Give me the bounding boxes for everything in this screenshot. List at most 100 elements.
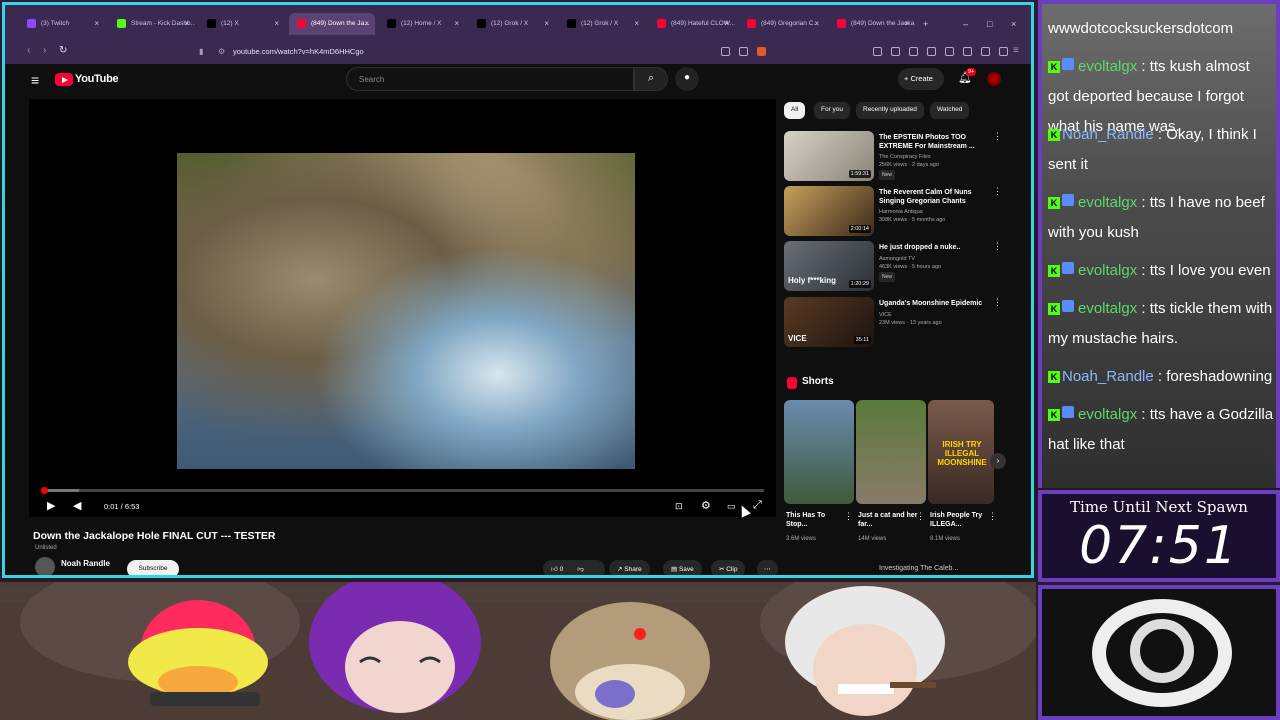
share-button[interactable]: ↗ Share	[609, 560, 650, 575]
rec-title[interactable]: The EPSTEIN Photos TOO EXTREME For Mains…	[879, 133, 987, 151]
tab-close-icon[interactable]: ×	[724, 19, 729, 28]
short-thumbnail[interactable]	[856, 400, 926, 504]
tab-close-icon[interactable]: ×	[94, 19, 99, 28]
extension-icon-1[interactable]	[873, 47, 882, 56]
tab-close-icon[interactable]: ×	[814, 19, 819, 28]
back-icon[interactable]: ‹	[27, 45, 30, 56]
thumbs-down-icon[interactable]: 👎︎	[577, 566, 584, 573]
site-info-icon[interactable]: ⚙	[218, 47, 225, 56]
rec-channel[interactable]: The Conspiracy Files	[879, 153, 989, 161]
reload-icon[interactable]: ↻	[59, 45, 67, 56]
rec-title[interactable]: The Reverent Calm Of Nuns Singing Gregor…	[879, 188, 987, 206]
short-title[interactable]: Irish People Try ILLEGA...	[930, 511, 990, 529]
voice-search-button[interactable]: ●	[675, 67, 699, 91]
menu-icon[interactable]: ≡	[1013, 45, 1019, 56]
play-icon[interactable]: ▶	[47, 499, 55, 512]
browser-tab[interactable]: (849) Gregorian C... ×	[739, 13, 825, 35]
new-tab-button[interactable]: +	[923, 19, 928, 29]
vpn-icon[interactable]	[981, 47, 990, 56]
wallet-icon[interactable]	[963, 47, 972, 56]
browser-tab[interactable]: (849) Down the Jacka... ×	[829, 13, 915, 35]
rec-thumbnail[interactable]: VICE 35:11	[784, 297, 874, 347]
forward-icon[interactable]: ›	[43, 45, 46, 56]
tab-close-icon[interactable]: ×	[634, 19, 639, 28]
browser-tab[interactable]: (849) Hateful CLOW... ×	[649, 13, 735, 35]
youtube-wordmark[interactable]: YouTube	[75, 73, 119, 85]
browser-tab[interactable]: (12) X ×	[199, 13, 285, 35]
rec-more-icon[interactable]: ⋮	[993, 131, 1002, 142]
music-icon[interactable]	[927, 47, 936, 56]
like-dislike-group[interactable]: 👍︎ 0 👎︎	[543, 560, 605, 575]
rec-channel[interactable]: Asmongold TV	[879, 255, 989, 263]
tab-close-icon[interactable]: ×	[904, 19, 909, 28]
rec-thumbnail[interactable]: 1:59:31	[784, 131, 874, 181]
short-title[interactable]: This Has To Stop...	[786, 511, 846, 529]
download-icon[interactable]	[909, 47, 918, 56]
video-frame[interactable]	[177, 153, 635, 469]
guide-menu-icon[interactable]: ≡	[31, 72, 39, 88]
channel-avatar[interactable]	[35, 557, 55, 575]
account-avatar[interactable]	[987, 72, 1001, 86]
filter-chip[interactable]: All	[784, 102, 806, 119]
rec-more-icon[interactable]: ⋮	[993, 186, 1002, 197]
brave-shield-icon[interactable]	[757, 47, 766, 56]
browser-tab[interactable]: (12) Grok / X ×	[469, 13, 555, 35]
tab-close-icon[interactable]: ×	[454, 19, 459, 28]
next-rec-peek[interactable]: Investigating The Caleb...	[879, 564, 987, 573]
save-button[interactable]: ▤ Save	[663, 560, 702, 575]
short-title[interactable]: Just a cat and her far...	[858, 511, 918, 529]
cast-icon[interactable]	[721, 47, 730, 56]
window-close-button[interactable]: ×	[1011, 19, 1016, 29]
short-thumbnail[interactable]	[784, 400, 854, 504]
browser-tab[interactable]: (3) Twitch ×	[19, 13, 105, 35]
volume-icon[interactable]: ◀︎	[73, 499, 81, 512]
progress-scrubber[interactable]	[40, 487, 48, 494]
rec-more-icon[interactable]: ⋮	[993, 241, 1002, 252]
share-icon[interactable]	[739, 47, 748, 56]
rec-channel[interactable]: VICE	[879, 311, 989, 319]
search-button[interactable]: ⌕	[634, 67, 668, 91]
rec-thumbnail[interactable]: 2:00:14	[784, 186, 874, 236]
thumbs-up-icon[interactable]: 👍︎	[551, 566, 560, 573]
theater-mode-icon[interactable]: ▭	[727, 501, 736, 512]
tab-close-icon[interactable]: ×	[544, 19, 549, 28]
filter-chip[interactable]: Recently uploaded	[856, 102, 924, 119]
rec-channel[interactable]: Harmonia Antiqua	[879, 208, 989, 216]
tab-close-icon[interactable]: ×	[184, 19, 189, 28]
rec-title[interactable]: He just dropped a nuke..	[879, 243, 987, 252]
rec-title[interactable]: Uganda's Moonshine Epidemic	[879, 299, 987, 308]
maximize-button[interactable]: □	[987, 19, 992, 29]
more-actions-button[interactable]: ⋯	[757, 560, 778, 575]
captions-icon[interactable]: ⊡	[675, 501, 683, 512]
shorts-next-arrow-icon[interactable]: ›	[990, 453, 1006, 469]
sidebar-icon[interactable]	[945, 47, 954, 56]
short-more-icon[interactable]: ⋮	[844, 511, 853, 522]
short-more-icon[interactable]: ⋮	[988, 511, 997, 522]
subscribe-button[interactable]: Subscribe	[127, 560, 179, 575]
short-more-icon[interactable]: ⋮	[916, 511, 925, 522]
progress-bar[interactable]	[41, 489, 764, 492]
tab-close-icon[interactable]: ×	[274, 19, 279, 28]
clip-button[interactable]: ✂ Clip	[711, 560, 746, 575]
rec-more-icon[interactable]: ⋮	[993, 297, 1002, 308]
browser-tab[interactable]: (849) Down the Ja... ×	[289, 13, 375, 35]
bookmark-icon[interactable]: ▮	[199, 47, 203, 56]
shield-icon[interactable]	[999, 47, 1008, 56]
filter-chip[interactable]: Watched	[930, 102, 970, 119]
minimize-button[interactable]: –	[963, 19, 968, 29]
short-thumbnail[interactable]: IRISH TRY ILLEGAL MOONSHINE	[928, 400, 994, 504]
tab-close-icon[interactable]: ×	[364, 19, 369, 28]
create-button[interactable]: + Create	[898, 68, 944, 90]
browser-tab[interactable]: (12) Home / X ×	[379, 13, 465, 35]
channel-name[interactable]: Noah Randle	[61, 559, 110, 568]
url-field[interactable]: youtube.com/watch?v=hK4mD6HHCgo	[233, 47, 364, 56]
browser-tab[interactable]: (12) Grok / X ×	[559, 13, 645, 35]
rec-thumbnail[interactable]: Holy f***king 1:20:29	[784, 241, 874, 291]
video-player[interactable]: ▶ ◀︎ 0:01 / 6:53 ⊡ ⚙ ▭ ⤢	[29, 99, 776, 517]
fullscreen-icon[interactable]: ⤢	[753, 499, 762, 512]
settings-gear-icon[interactable]: ⚙	[701, 499, 711, 512]
youtube-logo-icon[interactable]	[55, 73, 73, 86]
search-input[interactable]: Search	[346, 67, 634, 91]
browser-tab[interactable]: Stream - Kick Dashb... ×	[109, 13, 195, 35]
extension-icon-2[interactable]	[891, 47, 900, 56]
